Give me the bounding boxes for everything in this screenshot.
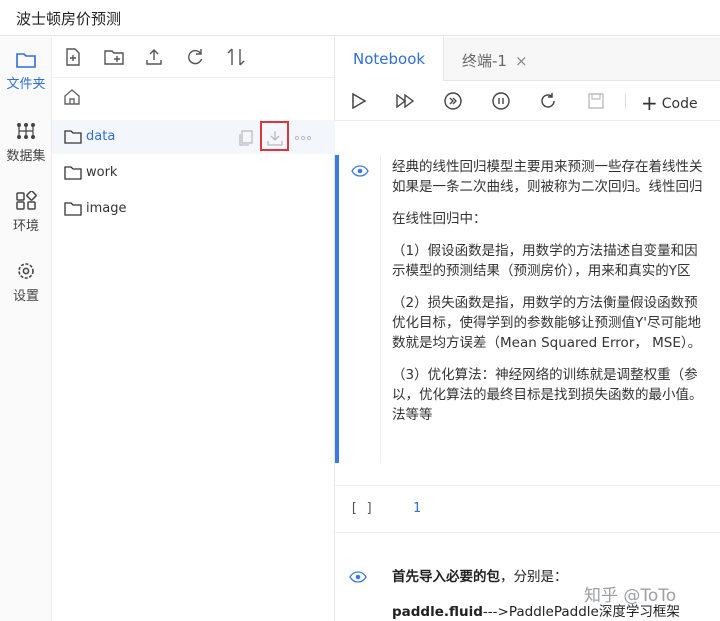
md-line: 以，优化算法的最终目标是找到损失函数的最小值。 [392,387,703,403]
file-name: work [86,165,118,180]
line-number: 1 [413,501,421,516]
markdown-cell[interactable]: 经典的线性回归模型主要用来预测一些存在着线性关 如果是一条二次曲线，则被称为二次回… [335,155,720,463]
md-line: 经典的线性回归模型主要用来预测一些存在着线性关 [392,159,703,175]
file-row-work[interactable]: work [52,156,335,190]
divider [52,77,335,78]
code-cell[interactable]: [ ] 1 [335,495,720,535]
restart-icon[interactable] [537,90,559,112]
md-text: ，分别是： [500,569,568,585]
activity-folder-label: 文件夹 [6,77,46,92]
sort-icon[interactable] [225,46,247,68]
pause-icon[interactable] [490,90,512,112]
md-line: （2）损失函数是指，用数学的方法衡量假设函数预 [392,295,698,311]
tab-label: Notebook [353,50,426,68]
title-bar: 波士顿房价预测 [0,0,720,36]
markdown-text: 经典的线性回归模型主要用来预测一些存在着线性关 如果是一条二次曲线，则被称为二次回… [392,157,720,437]
md-line: 首先导入必要的包，分别是： [392,565,568,585]
md-line: 示模型的预测结果（预测房价），用来和真实的Y区 [392,263,691,279]
md-bold: paddle.fluid [392,604,483,620]
dataset-icon [17,123,35,139]
folder-icon [64,130,82,144]
file-row-data[interactable]: data [52,120,335,154]
notebook-toolbar: + Code [335,81,720,121]
code-label: Code [661,96,698,112]
refresh-icon[interactable] [184,46,206,68]
file-row-image[interactable]: image [52,192,335,226]
activity-env-label: 环境 [12,219,39,234]
eye-icon[interactable] [351,165,369,177]
tab-label: 终端-1 [462,52,507,70]
tab-terminal[interactable]: 终端-1 × [444,37,546,81]
file-name: image [86,201,127,216]
toolbar-separator [625,93,626,109]
add-code-cell-button[interactable]: + Code [641,91,698,115]
md-line: 如果是一条二次曲线，则被称为二次回归。线性回归 [392,179,703,195]
md-text: --->PaddlePaddle深度学习框架 [482,604,680,620]
md-line: 在线性回归中： [392,211,487,227]
tab-bar: Notebook 终端-1 × [335,37,720,82]
home-icon[interactable] [62,87,82,107]
eye-icon[interactable] [349,571,367,583]
md-line: 数就是均方误差（Mean Squared Error， MSE）。 [392,335,702,351]
close-icon[interactable]: × [515,52,528,70]
new-file-icon[interactable] [62,46,84,68]
folder-icon [64,202,82,216]
folder-icon [16,53,36,68]
activity-dataset-label: 数据集 [6,149,46,164]
divider [335,485,720,486]
activity-folder[interactable]: 文件夹 [0,51,52,92]
activity-settings-label: 设置 [12,289,39,304]
md-line: （1）假设函数是指，用数学的方法描述自变量和因 [392,243,698,259]
activity-bar: 文件夹 数据集 环境 设置 [0,37,52,621]
download-icon[interactable] [264,127,286,149]
folder-icon [64,166,82,180]
tab-notebook[interactable]: Notebook [335,37,445,82]
run-icon[interactable] [347,90,369,112]
md-line: 优化目标，使得学到的参数能够让预测值Y'尽可能地 [392,315,701,331]
gear-icon [18,263,34,279]
notebook-area: Notebook 终端-1 × + Code 经典的线性回归模型主要用来预测一些… [335,37,720,621]
file-name: data [86,129,116,144]
md-line: 法等等 [392,407,433,423]
watermark: 知乎 @ToTo [584,586,677,606]
cell-gutter [339,155,381,463]
divider [335,532,720,533]
copy-icon[interactable] [235,127,257,149]
activity-settings[interactable]: 设置 [0,261,52,304]
save-icon[interactable] [585,90,607,112]
md-bold: 首先导入必要的包 [392,569,500,585]
grid-icon [16,191,37,210]
activity-env[interactable]: 环境 [0,191,52,234]
file-toolbar [52,37,335,77]
md-line: （3）优化算法：神经网络的训练就是调整权重（参 [392,367,698,383]
file-panel: data work image [52,37,335,621]
app-title: 波士顿房价预测 [16,10,122,28]
more-icon[interactable] [292,127,314,149]
activity-dataset[interactable]: 数据集 [0,121,52,164]
run-all-icon[interactable] [394,90,416,112]
plus-icon: + [641,91,658,115]
upload-icon[interactable] [143,46,165,68]
fast-forward-icon[interactable] [442,90,464,112]
new-folder-icon[interactable] [103,46,125,68]
cell-prompt: [ ] [350,501,374,516]
